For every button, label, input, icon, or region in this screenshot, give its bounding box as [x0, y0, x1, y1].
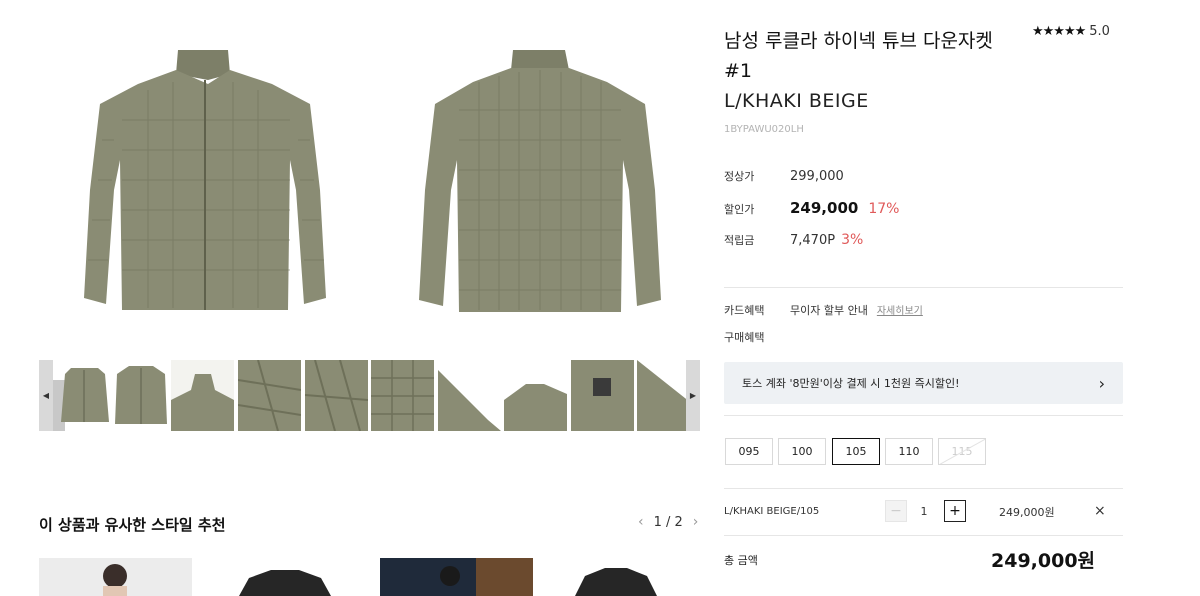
- card-benefit-label: 카드혜택: [724, 304, 765, 317]
- quantity-value[interactable]: 1: [914, 505, 934, 518]
- rating-value: 5.0: [1089, 24, 1110, 39]
- thumbnail-9[interactable]: [571, 360, 634, 431]
- total-price: 249,000원: [991, 550, 1096, 572]
- sale-price-label: 할인가: [724, 203, 755, 216]
- recommend-card-1[interactable]: [39, 558, 192, 596]
- card-benefit-row: 카드혜택 무이자 할부 안내 자세히보기: [724, 302, 923, 318]
- size-option-095[interactable]: 095: [725, 438, 773, 465]
- card-benefit-value: 무이자 할부 안내: [790, 304, 868, 317]
- recommend-pager: ‹ 1 / 2 ›: [638, 514, 698, 530]
- sale-price-row: 할인가 249,000 17%: [724, 199, 899, 217]
- points-value: 7,470P: [790, 233, 836, 248]
- size-option-105[interactable]: 105: [832, 438, 880, 465]
- points-label: 적립금: [724, 234, 755, 247]
- rating-stars-icon: ★★★★★: [1032, 24, 1086, 39]
- points-row: 적립금 7,470P 3%: [724, 232, 863, 248]
- product-color: L/KHAKI BEIGE: [724, 90, 869, 112]
- chevron-right-icon: ›: [1098, 373, 1105, 393]
- sale-price-value: 249,000: [790, 199, 859, 217]
- size-option-100[interactable]: 100: [778, 438, 826, 465]
- size-option-115: 115: [938, 438, 986, 465]
- quantity-decrease-button[interactable]: −: [885, 500, 907, 522]
- thumbnail-2[interactable]: [109, 360, 172, 431]
- regular-price-row: 정상가 299,000: [724, 168, 844, 184]
- divider: [724, 488, 1123, 489]
- recommend-title: 이 상품과 유사한 스타일 추천: [39, 516, 226, 534]
- divider: [724, 535, 1123, 536]
- toss-promo-text: 토스 계좌 '8만원'이상 결제 시 1천원 즉시할인!: [742, 377, 960, 390]
- purchase-benefit-label: 구매혜택: [724, 331, 765, 344]
- toss-promo-banner[interactable]: 토스 계좌 '8만원'이상 결제 시 1천원 즉시할인! ›: [724, 362, 1123, 404]
- thumbnail-5[interactable]: [305, 360, 368, 431]
- product-name-line1: 남성 루클라 하이넥 튜브 다운자켓: [724, 30, 993, 52]
- total-label: 총 금액: [724, 554, 758, 567]
- divider: [724, 415, 1123, 416]
- product-name-line2: #1: [724, 60, 753, 82]
- thumbnail-6[interactable]: [371, 360, 434, 431]
- product-code: 1BYPAWU020LH: [724, 124, 804, 135]
- thumbnail-strip: ◀ ▶: [39, 360, 700, 431]
- size-option-110[interactable]: 110: [885, 438, 933, 465]
- recommend-card-2[interactable]: [209, 558, 362, 596]
- product-image-back[interactable]: [395, 40, 685, 325]
- product-name: 남성 루클라 하이넥 튜브 다운자켓 #1: [724, 26, 1014, 86]
- regular-price-label: 정상가: [724, 170, 755, 183]
- selected-option-label: L/KHAKI BEIGE/105: [724, 506, 820, 517]
- points-rate: 3%: [841, 232, 864, 248]
- recommend-prev-icon[interactable]: ‹: [638, 514, 644, 530]
- thumbnail-3[interactable]: [171, 360, 234, 431]
- regular-price-value: 299,000: [790, 169, 844, 184]
- selected-option-row: L/KHAKI BEIGE/105 − 1 + 249,000원 ×: [724, 500, 1123, 524]
- divider: [724, 287, 1123, 288]
- thumbnail-8[interactable]: [504, 360, 567, 431]
- recommend-page-indicator: 1 / 2: [653, 514, 683, 530]
- thumbnail-7[interactable]: [438, 360, 501, 431]
- rating: ★★★★★ 5.0: [1032, 24, 1110, 39]
- quantity-increase-button[interactable]: +: [944, 500, 966, 522]
- recommend-next-icon[interactable]: ›: [693, 514, 699, 530]
- thumb-prev-icon[interactable]: ◀: [39, 360, 53, 431]
- recommend-card-4[interactable]: [551, 558, 704, 596]
- card-benefit-detail-link[interactable]: 자세히보기: [877, 302, 923, 317]
- sale-discount-badge: 17%: [868, 201, 900, 217]
- purchase-benefit-row: 구매혜택: [724, 329, 790, 345]
- product-image-front[interactable]: [58, 40, 348, 325]
- selected-option-price: 249,000원: [999, 506, 1055, 519]
- thumbnail-4[interactable]: [238, 360, 301, 431]
- thumb-next-icon[interactable]: ▶: [686, 360, 700, 431]
- remove-option-close-icon[interactable]: ×: [1094, 503, 1106, 519]
- thumbnail-1[interactable]: [53, 360, 116, 431]
- recommend-card-3[interactable]: [380, 558, 533, 596]
